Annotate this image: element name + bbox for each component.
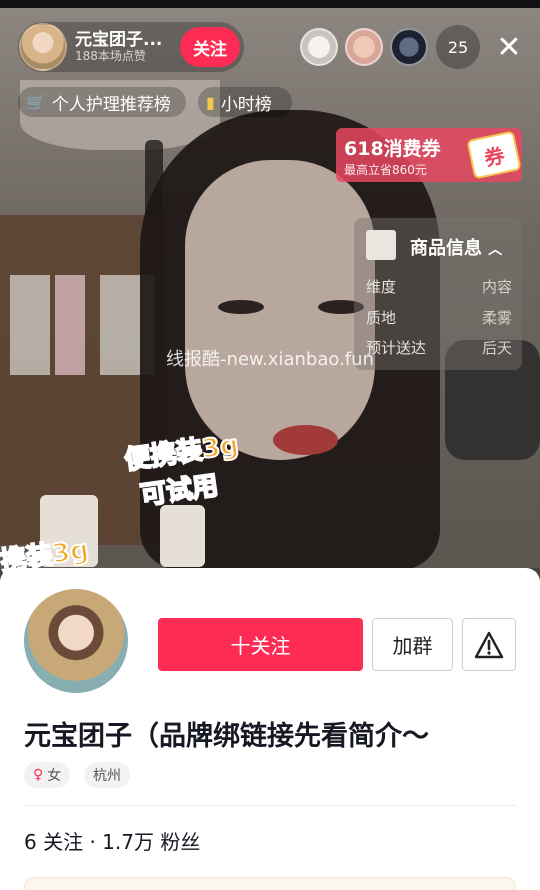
live-stream-view: 便携装3g 可试用 携装3g 元宝团子... 188本场点赞 关注 25 ✕ 🛒… [0, 0, 540, 890]
close-icon[interactable]: ✕ [493, 30, 525, 65]
profile-sheet: 十关注 加群 元宝团子（品牌绑链接先看简介～ ♀ 女 杭州 6 关注 · 1.7… [0, 568, 540, 890]
bar-chart-icon: ▮ [206, 92, 215, 112]
coupon-title: 618消费券 [344, 138, 441, 160]
info-key: 质地 [366, 309, 397, 327]
rank-label: 小时榜 [220, 94, 272, 115]
gender-tag: ♀ 女 [24, 762, 71, 788]
rank-pill-hourly[interactable]: ▮ 小时榜 [198, 87, 292, 117]
info-value: 内容 [481, 278, 512, 296]
viewer-avatar[interactable] [390, 28, 428, 66]
product-thumbnail [366, 230, 396, 260]
warning-icon [474, 631, 504, 658]
follow-button-large[interactable]: 十关注 [158, 618, 363, 671]
eye [218, 300, 264, 314]
info-value: 柔雾 [481, 309, 512, 327]
viewer-avatar[interactable] [300, 28, 338, 66]
info-row: 质地 柔雾 [366, 307, 512, 328]
info-row: 维度 内容 [366, 276, 512, 297]
city-label: 杭州 [93, 768, 121, 784]
gender-label: 女 [47, 768, 62, 784]
profile-name: 元宝团子（品牌绑链接先看简介～ [24, 721, 429, 752]
product-info-title: 商品信息 ︿ [410, 238, 503, 259]
female-icon: ♀ [33, 767, 44, 783]
city-tag: 杭州 [84, 762, 130, 788]
profile-avatar[interactable] [24, 589, 128, 693]
cart-icon: 🛒 [26, 92, 46, 112]
info-key: 维度 [366, 278, 397, 296]
follow-button[interactable]: 关注 [180, 27, 240, 67]
host-likes: 188本场点赞 [75, 48, 146, 63]
product-tube [160, 505, 205, 567]
host-avatar[interactable] [19, 23, 67, 71]
lips [273, 425, 338, 455]
rank-pill-personal-care[interactable]: 🛒 个人护理推荐榜 [18, 87, 186, 117]
divider [24, 805, 516, 806]
watermark-text: 线报酷-new.xianbao.fun [166, 349, 374, 370]
viewer-count[interactable]: 25 [436, 25, 480, 69]
host-text: 元宝团子... 188本场点赞 [75, 31, 162, 63]
chevron-up-icon[interactable]: ︿ [488, 242, 502, 258]
report-button[interactable] [462, 618, 516, 671]
host-name: 元宝团子... [75, 30, 163, 51]
follow-stats[interactable]: 6 关注 · 1.7万 粉丝 [24, 826, 200, 855]
viewer-avatar[interactable] [345, 28, 383, 66]
rank-label: 个人护理推荐榜 [51, 94, 171, 115]
bottom-card [24, 877, 516, 890]
status-strip [0, 0, 540, 8]
join-group-button[interactable]: 加群 [372, 618, 453, 671]
coupon-subtitle: 最高立省860元 [344, 163, 427, 177]
